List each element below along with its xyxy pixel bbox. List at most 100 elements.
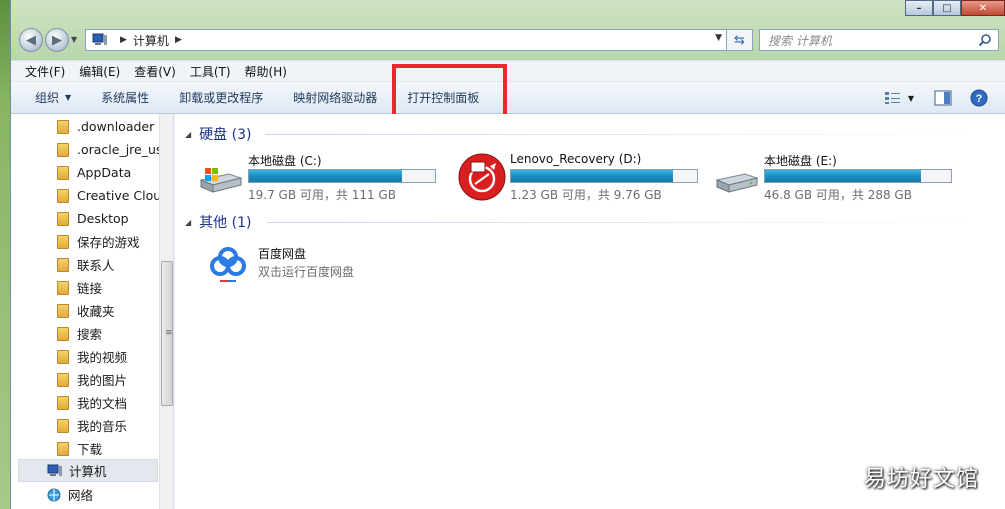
minimize-button[interactable]: – [905, 0, 933, 16]
close-button[interactable]: ✕ [961, 0, 1005, 16]
group-divider [267, 222, 995, 223]
group-header-other[interactable]: ◢ 其他 (1) [185, 212, 251, 232]
nav-item-creative-cloud[interactable]: Creative Cloud [57, 184, 159, 207]
folder-icon [57, 257, 69, 272]
nav-item-my-pictures[interactable]: 我的图片 [57, 368, 159, 391]
address-dropdown-icon[interactable]: ▼ [715, 33, 722, 43]
nav-item-oracle-jre[interactable]: .oracle_jre_usa [57, 138, 159, 161]
nav-item-label: 我的视频 [77, 350, 128, 365]
nav-item-label: .downloader [77, 119, 155, 134]
back-button[interactable]: ◀ [19, 28, 43, 52]
system-properties-button[interactable]: 系统属性 [101, 89, 149, 106]
nav-item-label: 联系人 [77, 258, 115, 273]
nav-item-favorites[interactable]: 收藏夹 [57, 299, 159, 322]
nav-item-contacts[interactable]: 联系人 [57, 253, 159, 276]
nav-item-searches[interactable]: 搜索 [57, 322, 159, 345]
organize-button[interactable]: 组织 ▼ [35, 89, 71, 106]
folder-icon [57, 441, 69, 456]
forward-button[interactable]: ▶ [45, 28, 69, 52]
baidu-netdisk-item[interactable]: 百度网盘 双击运行百度网盘 [205, 242, 465, 292]
view-controls: ▼ ? [884, 82, 1005, 114]
recent-pages-dropdown[interactable]: ▼ [71, 35, 77, 44]
refresh-icon: ⇆ [734, 32, 745, 48]
drive-e[interactable]: 本地磁盘 (E:) 46.8 GB 可用，共 288 GB [711, 152, 961, 202]
menu-help[interactable]: 帮助(H) [245, 63, 287, 80]
collapse-triangle-icon[interactable]: ◢ [185, 130, 191, 139]
nav-item-label: 网络 [68, 488, 94, 503]
nav-item-appdata[interactable]: AppData [57, 161, 159, 184]
folder-icon [57, 326, 69, 341]
nav-item-label: AppData [77, 165, 132, 180]
nav-item-label: 我的文档 [77, 396, 128, 411]
help-icon: ? [970, 89, 988, 107]
arrow-left-icon: ◀ [26, 32, 36, 48]
view-dropdown-button[interactable]: ▼ [906, 90, 916, 106]
folder-icon [57, 119, 69, 134]
breadcrumb-computer[interactable]: 计算机 [133, 32, 169, 49]
drive-c[interactable]: 本地磁盘 (C:) 19.7 GB 可用，共 111 GB [195, 152, 445, 202]
refresh-button[interactable]: ⇆ [727, 29, 753, 51]
nav-item-label: .oracle_jre_usa [77, 142, 159, 157]
group-header-hdd[interactable]: ◢ 硬盘 (3) [185, 124, 251, 144]
menu-tools[interactable]: 工具(T) [190, 63, 231, 80]
maximize-button[interactable]: □ [933, 0, 961, 16]
nav-item-label: Creative Cloud [77, 188, 159, 203]
nav-item-links[interactable]: 链接 [57, 276, 159, 299]
view-list-icon [885, 92, 900, 104]
chevron-down-icon: ▼ [65, 93, 72, 102]
search-icon[interactable] [978, 33, 992, 47]
group-title: 其他 (1) [199, 215, 252, 231]
nav-item-label: 我的图片 [77, 373, 128, 388]
nav-item-downloader[interactable]: .downloader [57, 115, 159, 138]
nav-item-desktop[interactable]: Desktop [57, 207, 159, 230]
item-name: 百度网盘 [258, 247, 307, 261]
collapse-triangle-icon[interactable]: ◢ [185, 218, 191, 227]
search-placeholder: 搜索 计算机 [768, 33, 832, 48]
folder-icon [57, 303, 69, 318]
preview-pane-button[interactable] [934, 90, 952, 106]
folder-icon [57, 188, 69, 203]
menu-file[interactable]: 文件(F) [25, 63, 65, 80]
baidu-netdisk-icon [210, 247, 246, 282]
explorer-window: – □ ✕ ◀ ▶ ▼ ▶ 计算机 ▶ ▼ ⇆ 搜索 计算机 文件(F) 编辑(… [10, 0, 1005, 509]
drive-space-info: 46.8 GB 可用，共 288 GB [764, 188, 912, 202]
address-bar[interactable]: ▶ 计算机 ▶ ▼ [85, 29, 727, 51]
drive-usage-fill [765, 170, 922, 182]
scroll-thumb[interactable]: ≡ [161, 261, 173, 406]
nav-item-network[interactable]: 网络 [46, 483, 158, 506]
organize-label: 组织 [35, 91, 60, 105]
nav-item-saved-games[interactable]: 保存的游戏 [57, 230, 159, 253]
drive-usage-fill [511, 170, 673, 182]
map-network-drive-button[interactable]: 映射网络驱动器 [293, 89, 377, 106]
nav-item-label: Desktop [77, 211, 129, 226]
computer-icon [47, 464, 62, 476]
menu-view[interactable]: 查看(V) [134, 63, 176, 80]
drive-usage-fill [249, 170, 402, 182]
folder-icon [57, 165, 69, 180]
uninstall-program-button[interactable]: 卸载或更改程序 [179, 89, 263, 106]
help-button[interactable]: ? [970, 89, 988, 107]
group-divider [265, 134, 995, 135]
nav-item-label: 搜索 [77, 327, 103, 342]
breadcrumb-chevron-icon[interactable]: ▶ [120, 35, 127, 45]
search-input[interactable]: 搜索 计算机 [759, 29, 999, 51]
folder-icon [57, 418, 69, 433]
breadcrumb-chevron-icon[interactable]: ▶ [175, 35, 182, 45]
nav-scrollbar[interactable]: ≡ [159, 114, 173, 509]
open-control-panel-button[interactable]: 打开控制面板 [407, 89, 479, 106]
drive-usage-bar [248, 169, 436, 183]
nav-item-my-videos[interactable]: 我的视频 [57, 345, 159, 368]
item-description: 双击运行百度网盘 [258, 265, 355, 279]
svg-text:?: ? [976, 93, 983, 105]
change-view-button[interactable] [884, 90, 902, 106]
group-title: 硬盘 (3) [199, 127, 252, 143]
drive-space-info: 19.7 GB 可用，共 111 GB [248, 188, 396, 202]
menu-edit[interactable]: 编辑(E) [79, 63, 120, 80]
nav-item-computer[interactable]: 计算机 [18, 459, 158, 482]
menu-bar: 文件(F) 编辑(E) 查看(V) 工具(T) 帮助(H) [11, 60, 1005, 82]
nav-item-my-documents[interactable]: 我的文档 [57, 391, 159, 414]
drive-d[interactable]: Lenovo_Recovery (D:) 1.23 GB 可用，共 9.76 G… [457, 152, 707, 202]
nav-item-label: 收藏夹 [77, 304, 115, 319]
nav-item-my-music[interactable]: 我的音乐 [57, 414, 159, 437]
nav-item-downloads[interactable]: 下载 [57, 437, 159, 460]
